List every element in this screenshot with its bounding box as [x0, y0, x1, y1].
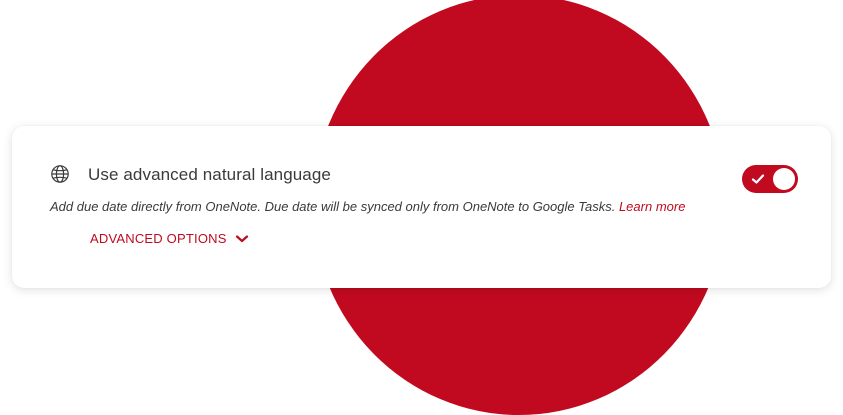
globe-icon	[50, 164, 70, 184]
setting-card: Use advanced natural language Add due da…	[12, 126, 831, 288]
setting-title: Use advanced natural language	[88, 165, 331, 184]
advanced-options-button[interactable]: ADVANCED OPTIONS	[90, 231, 249, 246]
description-text: Add due date directly from OneNote. Due …	[50, 199, 616, 214]
toggle-knob	[773, 168, 795, 190]
advanced-options-label: ADVANCED OPTIONS	[90, 231, 227, 246]
chevron-down-icon	[235, 234, 248, 242]
setting-description: Add due date directly from OneNote. Due …	[50, 199, 685, 214]
check-icon	[751, 174, 765, 184]
natural-language-toggle[interactable]	[742, 165, 798, 193]
learn-more-link[interactable]: Learn more	[619, 199, 685, 214]
